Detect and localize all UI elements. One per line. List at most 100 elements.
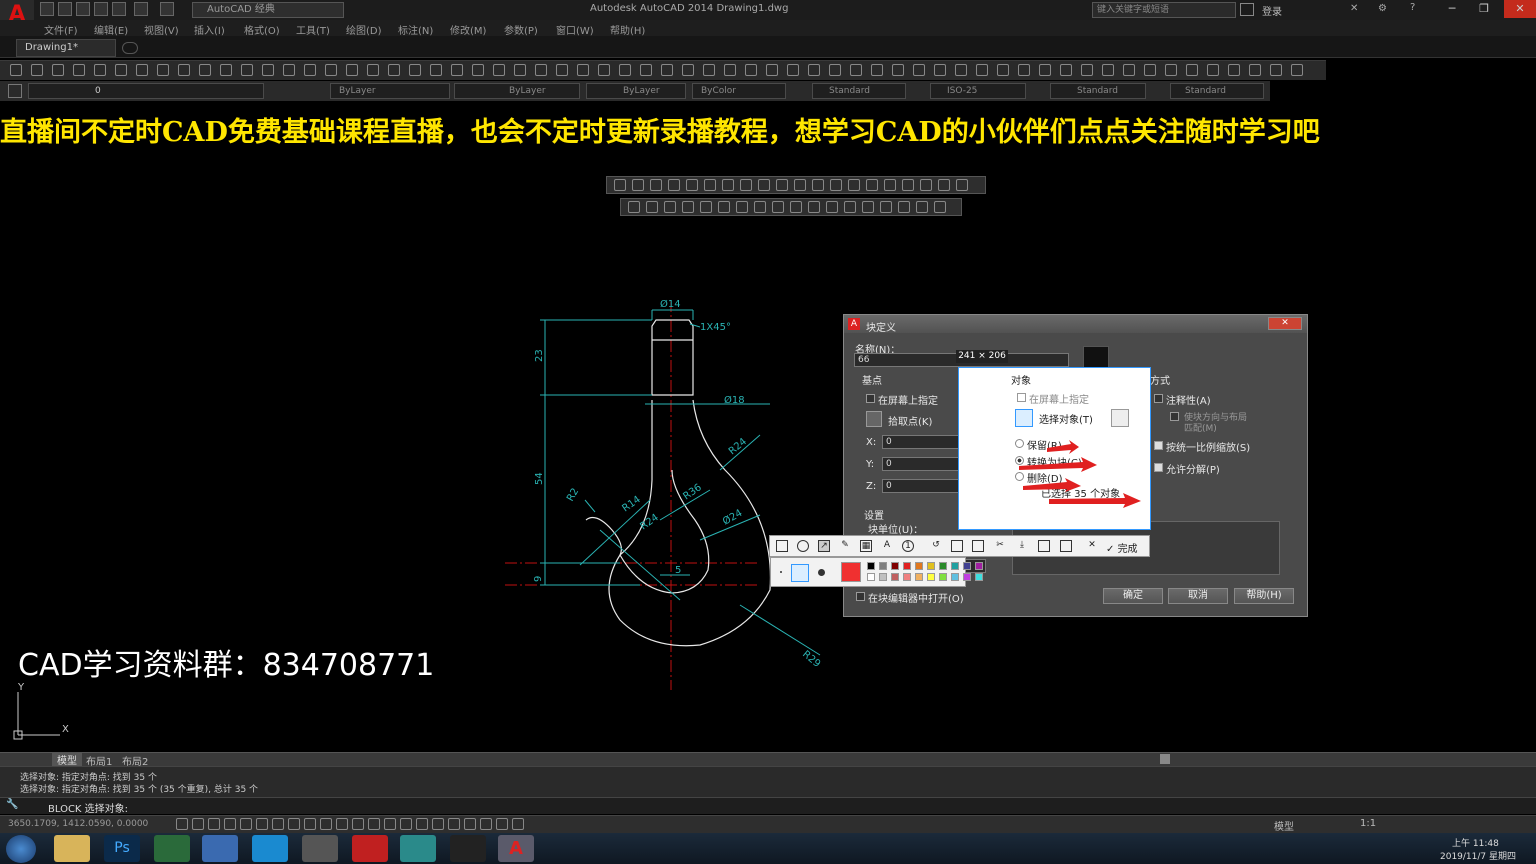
standard-toolbar-tool-icon[interactable] <box>808 64 820 76</box>
status-toggle-tool-icon[interactable] <box>464 818 476 830</box>
ellipse-tool-icon[interactable] <box>797 540 809 552</box>
status-toggle-tool-icon[interactable] <box>432 818 444 830</box>
pick-point-icon[interactable] <box>866 411 882 427</box>
size-medium-icon[interactable] <box>791 564 809 582</box>
help-button[interactable]: 帮助(H) <box>1234 588 1294 604</box>
standard-toolbar-tool-icon[interactable] <box>1060 64 1072 76</box>
standard-toolbar-tool-icon[interactable] <box>73 64 85 76</box>
standard-toolbar-tool-icon[interactable] <box>1165 64 1177 76</box>
standard-toolbar-tool-icon[interactable] <box>1186 64 1198 76</box>
standard-toolbar-tool-icon[interactable] <box>997 64 1009 76</box>
standard-toolbar-tool-icon[interactable] <box>1102 64 1114 76</box>
standard-toolbar-tool-icon[interactable] <box>703 64 715 76</box>
annotative-checkbox[interactable] <box>1154 394 1163 403</box>
standard-toolbar-tool-icon[interactable] <box>1018 64 1030 76</box>
standard-toolbar-tool-icon[interactable] <box>850 64 862 76</box>
app6-taskbar-icon[interactable] <box>302 835 338 862</box>
autodesk-360-icon[interactable]: ⚙ <box>1378 3 1387 14</box>
standard-toolbar-tool-icon[interactable] <box>892 64 904 76</box>
redo-icon[interactable] <box>160 2 174 16</box>
status-toggle-tool-icon[interactable] <box>288 818 300 830</box>
modify-tool-icon[interactable] <box>808 201 820 213</box>
draw-tool-icon[interactable] <box>902 179 914 191</box>
mleader-style-dropdown[interactable]: Standard <box>1170 83 1264 99</box>
standard-toolbar-tool-icon[interactable] <box>1081 64 1093 76</box>
modify-tool-icon[interactable] <box>646 201 658 213</box>
standard-toolbar-tool-icon[interactable] <box>115 64 127 76</box>
status-toggle-tool-icon[interactable] <box>416 818 428 830</box>
modify-tool-icon[interactable] <box>862 201 874 213</box>
baidu-netdisk-taskbar-icon[interactable] <box>202 835 238 862</box>
standard-toolbar-tool-icon[interactable] <box>493 64 505 76</box>
standard-toolbar-tool-icon[interactable] <box>346 64 358 76</box>
color-swatch[interactable] <box>963 573 971 581</box>
draw-tool-icon[interactable] <box>884 179 896 191</box>
layer-dropdown[interactable]: 0 <box>28 83 264 99</box>
draw-tool-icon[interactable] <box>776 179 788 191</box>
draw-tool-icon[interactable] <box>740 179 752 191</box>
size-large-icon[interactable] <box>818 569 825 576</box>
menu-parameter[interactable]: 参数(P) <box>504 22 538 37</box>
color-dropdown[interactable]: ByLayer <box>330 83 450 99</box>
obs-taskbar-icon[interactable] <box>450 835 486 862</box>
linetype-dropdown[interactable]: ByLayer <box>454 83 580 99</box>
modify-tool-icon[interactable] <box>916 201 928 213</box>
menu-tools[interactable]: 工具(T) <box>296 22 330 37</box>
status-toggle-tool-icon[interactable] <box>512 818 524 830</box>
modify-tool-icon[interactable] <box>826 201 838 213</box>
standard-toolbar-tool-icon[interactable] <box>661 64 673 76</box>
draw-tool-icon[interactable] <box>794 179 806 191</box>
standard-toolbar-tool-icon[interactable] <box>1228 64 1240 76</box>
standard-toolbar-tool-icon[interactable] <box>787 64 799 76</box>
draw-tool-icon[interactable] <box>632 179 644 191</box>
status-toggle-tool-icon[interactable] <box>336 818 348 830</box>
login-button[interactable]: 登录 <box>1262 3 1282 18</box>
model-space-button[interactable]: 模型 <box>1274 818 1294 833</box>
save-as-icon[interactable] <box>94 2 108 16</box>
menu-view[interactable]: 视图(V) <box>144 22 179 37</box>
app8-taskbar-icon[interactable] <box>400 835 436 862</box>
standard-toolbar-tool-icon[interactable] <box>598 64 610 76</box>
standard-toolbar-tool-icon[interactable] <box>1144 64 1156 76</box>
size-small-icon[interactable] <box>780 571 782 573</box>
menu-insert[interactable]: 插入(I) <box>194 22 225 37</box>
standard-toolbar-tool-icon[interactable] <box>241 64 253 76</box>
open-in-editor-checkbox[interactable] <box>856 592 865 601</box>
save-icon[interactable] <box>76 2 90 16</box>
draw-tool-icon[interactable] <box>614 179 626 191</box>
standard-toolbar-tool-icon[interactable] <box>157 64 169 76</box>
rectangle-tool-icon[interactable] <box>776 540 788 552</box>
photoshop-taskbar-icon[interactable]: Ps <box>104 835 140 862</box>
draw-tool-icon[interactable] <box>704 179 716 191</box>
standard-toolbar-tool-icon[interactable] <box>325 64 337 76</box>
tab-model[interactable]: 模型 <box>52 752 82 767</box>
draw-tool-icon[interactable] <box>920 179 932 191</box>
status-toggle-tool-icon[interactable] <box>320 818 332 830</box>
standard-toolbar-tool-icon[interactable] <box>10 64 22 76</box>
standard-toolbar-tool-icon[interactable] <box>1207 64 1219 76</box>
standard-toolbar-tool-icon[interactable] <box>1291 64 1303 76</box>
command-input[interactable] <box>0 797 1536 814</box>
modify-tool-icon[interactable] <box>844 201 856 213</box>
standard-toolbar-tool-icon[interactable] <box>283 64 295 76</box>
standard-toolbar-tool-icon[interactable] <box>199 64 211 76</box>
modify-tool-icon[interactable] <box>682 201 694 213</box>
color-swatch[interactable] <box>939 562 947 570</box>
current-color-swatch[interactable] <box>841 562 861 582</box>
color-swatch[interactable] <box>867 562 875 570</box>
draw-tool-icon[interactable] <box>866 179 878 191</box>
download-icon[interactable]: ⤓ <box>1016 540 1028 552</box>
color-swatch[interactable] <box>939 573 947 581</box>
start-button-icon[interactable] <box>6 835 36 863</box>
color-swatch[interactable] <box>879 573 887 581</box>
binoculars-icon[interactable] <box>1240 3 1254 16</box>
modify-tool-icon[interactable] <box>700 201 712 213</box>
cancel-snip-icon[interactable]: ✕ <box>1086 540 1098 552</box>
draw-tool-icon[interactable] <box>848 179 860 191</box>
menu-format[interactable]: 格式(O) <box>244 22 280 37</box>
standard-toolbar-tool-icon[interactable] <box>556 64 568 76</box>
standard-toolbar-tool-icon[interactable] <box>1123 64 1135 76</box>
print-icon[interactable] <box>112 2 126 16</box>
menu-modify[interactable]: 修改(M) <box>450 22 486 37</box>
draw-tool-icon[interactable] <box>938 179 950 191</box>
